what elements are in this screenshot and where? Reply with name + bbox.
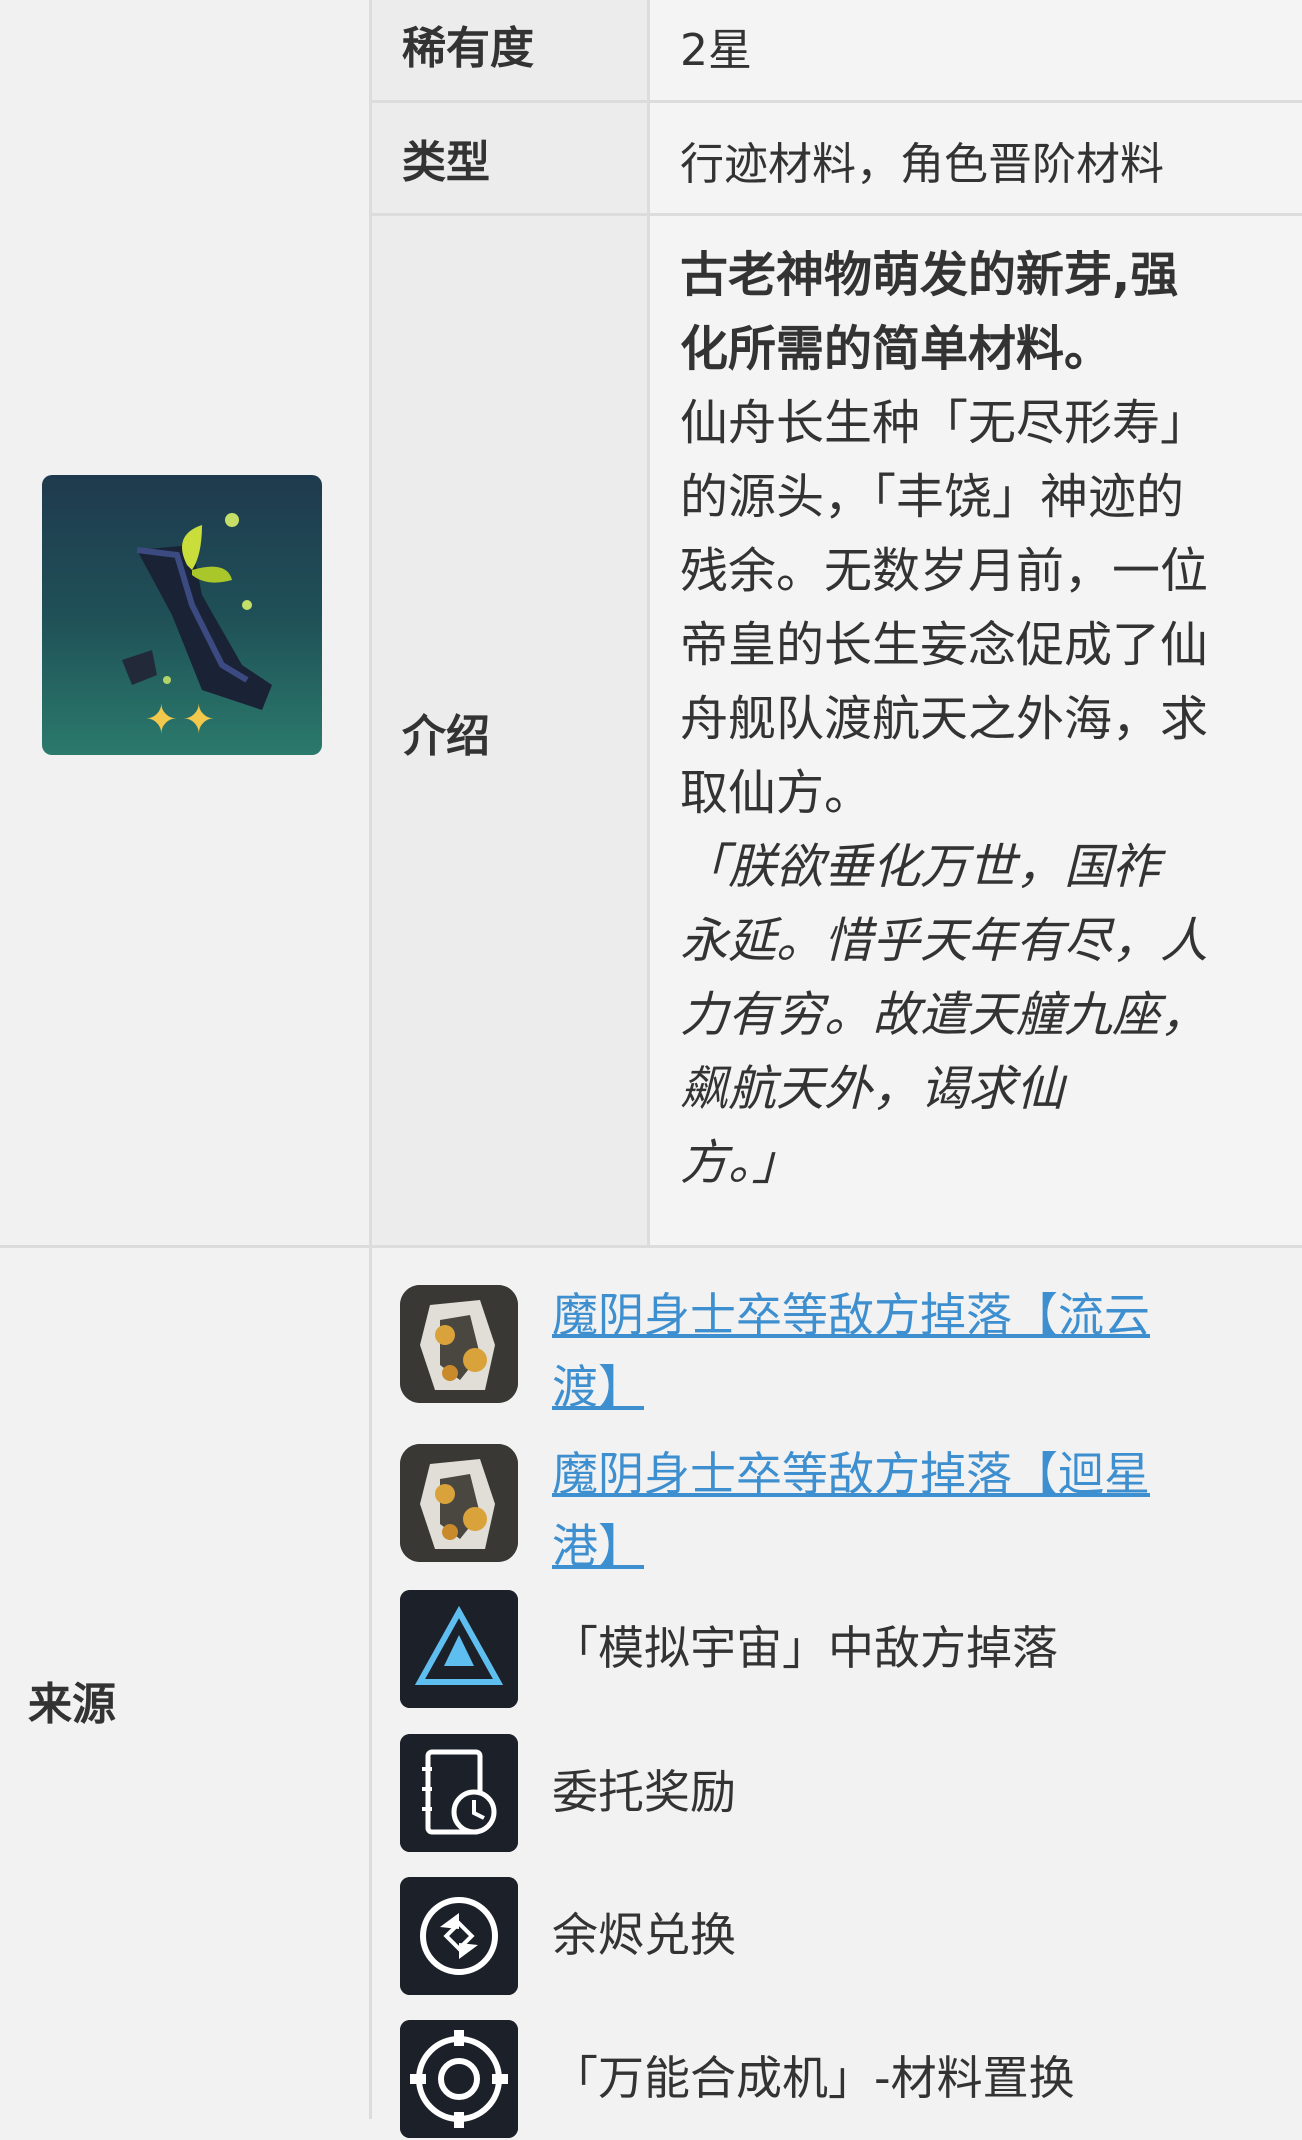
source-item: 委托奖励 (400, 1734, 1280, 1854)
source-item: 余烬兑换 (400, 1877, 1280, 1997)
intro-label: 介绍 (402, 711, 490, 762)
intro-quote-line: 方。」 (680, 1135, 801, 1191)
source-text: 「万能合成机」-材料置换 (552, 2051, 1075, 2105)
enemy-icon (400, 1285, 518, 1403)
type-value: 行迹材料，角色晋阶材料 (680, 139, 1164, 190)
source-text: 「模拟宇宙」中敌方掉落 (552, 1621, 1058, 1675)
intro-summary-line: 化所需的简单材料。 (680, 321, 1113, 377)
source-text: 委托奖励 (552, 1765, 736, 1819)
item-image: ✦✦ (42, 475, 322, 755)
rarity-value: 2星 (680, 25, 752, 76)
source-link-line[interactable]: 渡】 (552, 1351, 1150, 1423)
source-text: 余烬兑换 (552, 1908, 736, 1962)
source-link-line[interactable]: 魔阴身士卒等敌方掉落【流云 (552, 1279, 1150, 1351)
intro-line: 仙舟长生种「无尽形寿」 (680, 395, 1209, 451)
enemy-icon (400, 1444, 518, 1562)
source-link-line[interactable]: 港】 (552, 1510, 1150, 1582)
grid-divider (647, 0, 650, 1245)
intro-quote-line: 飙航天外，谒求仙 (680, 1061, 1065, 1117)
source-link[interactable]: 魔阴身士卒等敌方掉落【迴星 港】 (552, 1438, 1150, 1582)
assignment-icon (400, 1734, 518, 1852)
source-link-line[interactable]: 魔阴身士卒等敌方掉落【迴星 (552, 1438, 1150, 1510)
source-item[interactable]: 魔阴身士卒等敌方掉落【流云 渡】 (400, 1285, 1280, 1414)
grid-divider (0, 1245, 1302, 1248)
intro-line: 取仙方。 (680, 765, 873, 821)
intro-quote-line: 力有穷。故遣天艟九座， (680, 987, 1209, 1043)
sources-label: 来源 (28, 1679, 116, 1730)
grid-divider (372, 100, 1302, 103)
intro-text: 古老神物萌发的新芽,强 化所需的简单材料。 仙舟长生种「无尽形寿」 的源头，「丰… (680, 238, 1280, 1200)
synthesizer-icon (400, 2020, 518, 2138)
rarity-label: 稀有度 (402, 23, 534, 74)
intro-line: 残余。无数岁月前，一位 (680, 543, 1209, 599)
grid-divider (372, 213, 1302, 216)
intro-line: 舟舰队渡航天之外海，求 (680, 691, 1209, 747)
type-label: 类型 (402, 137, 490, 188)
simulated-universe-icon (400, 1590, 518, 1708)
intro-line: 的源头，「丰饶」神迹的 (680, 469, 1185, 525)
source-item[interactable]: 魔阴身士卒等敌方掉落【迴星 港】 (400, 1444, 1280, 1573)
intro-quote-line: 永延。惜乎天年有尽，人 (680, 913, 1209, 969)
rarity-stars: ✦✦ (144, 697, 220, 743)
source-link[interactable]: 魔阴身士卒等敌方掉落【流云 渡】 (552, 1279, 1150, 1423)
intro-summary-line: 古老神物萌发的新芽,强 (680, 247, 1179, 303)
source-item: 「万能合成机」-材料置换 (400, 2020, 1280, 2140)
source-item: 「模拟宇宙」中敌方掉落 (400, 1590, 1280, 1710)
intro-quote-line: 「朕欲垂化万世，国祚 (680, 839, 1161, 895)
exchange-icon (400, 1877, 518, 1995)
intro-line: 帝皇的长生妄念促成了仙 (680, 617, 1209, 673)
